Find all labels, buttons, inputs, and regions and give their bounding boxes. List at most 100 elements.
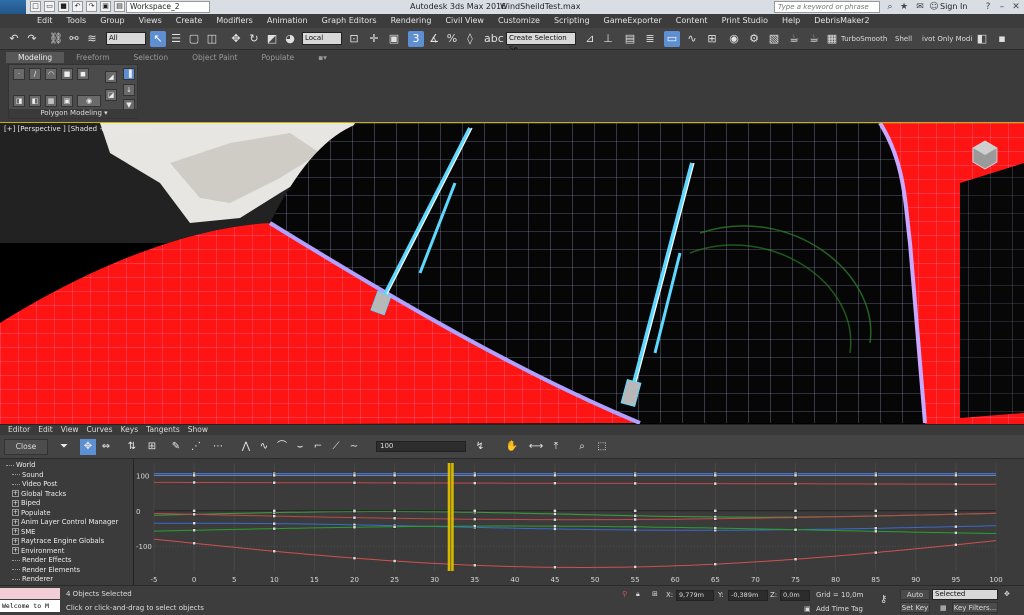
tree-node[interactable]: Render Elements (0, 566, 133, 576)
maxscript-mini-listener[interactable]: Welcome to M (0, 600, 60, 612)
search-icon[interactable]: ⌕ (884, 1, 896, 13)
tree-node[interactable]: + Biped (0, 499, 133, 509)
element-icon[interactable]: ◼ (77, 68, 89, 80)
maxscript-listener-output[interactable] (0, 588, 60, 599)
add-time-tag-button[interactable]: Add Time Tag (816, 605, 863, 613)
tree-node[interactable]: Video Post (0, 480, 133, 490)
ce-menu-curves[interactable]: Curves (83, 425, 117, 435)
material-editor-icon[interactable]: ◉ (726, 31, 742, 47)
key-filters-button[interactable]: Key Filters... (952, 602, 998, 613)
menu-gameexporter[interactable]: GameExporter (597, 14, 669, 28)
workspace-dropdown[interactable]: Workspace_2 (126, 1, 210, 13)
lock-tangents-icon[interactable]: ↯ (472, 439, 488, 455)
ce-menu-editor[interactable]: Editor (4, 425, 34, 435)
rendered-frame-window-icon[interactable]: ▧ (766, 31, 782, 47)
menu-modifiers[interactable]: Modifiers (209, 14, 260, 28)
menu-content[interactable]: Content (669, 14, 715, 28)
keyboard-shortcut-override-icon[interactable]: ▣ (386, 31, 402, 47)
x-coordinate-field[interactable]: 9,779m (676, 590, 714, 601)
select-and-rotate-icon[interactable]: ↻ (246, 31, 262, 47)
tab-selection[interactable]: Selection (122, 52, 181, 63)
window-crossing-icon[interactable]: ◫ (204, 31, 220, 47)
pivot-only-button[interactable]: ivot Only Modi (922, 35, 972, 43)
close-button[interactable]: Close (4, 439, 48, 455)
tangent-fast-icon[interactable]: ⌒ (274, 439, 290, 455)
collapse-stack-icon[interactable]: ↓ (123, 84, 135, 96)
tree-node[interactable]: Sound (0, 471, 133, 481)
tangent-spline-icon[interactable]: ∿ (256, 439, 272, 455)
expand-toggle-icon[interactable]: + (12, 499, 19, 507)
select-by-name-icon[interactable]: ☰ (168, 31, 184, 47)
help-icon[interactable]: ? (982, 1, 994, 13)
tab-object-paint[interactable]: Object Paint (180, 52, 249, 63)
perspective-viewport[interactable]: [+] [Perspective ] [Shaded + Edged Faces… (0, 122, 1024, 424)
menu-graph-editors[interactable]: Graph Editors (315, 14, 384, 28)
save-file-icon[interactable]: ■ (58, 1, 69, 12)
tree-node[interactable]: + Anim Layer Control Manager (0, 518, 133, 528)
named-selection-dropdown[interactable]: Create Selection Se (506, 32, 576, 53)
isolate-selection-icon[interactable]: ⚲ (622, 590, 627, 598)
tree-node[interactable]: + SME (0, 528, 133, 538)
align-icon[interactable]: ⊥ (600, 31, 616, 47)
set-key-button[interactable]: Set Key (900, 602, 930, 613)
ignore-backfacing-icon[interactable]: ▐ (123, 68, 135, 80)
ce-menu-tangents[interactable]: Tangents (142, 425, 184, 435)
auto-key-button[interactable]: Auto Key (900, 589, 930, 610)
use-soft-selection-icon[interactable]: ◪ (105, 89, 117, 101)
unlink-icon[interactable]: ⚯ (66, 31, 82, 47)
select-and-move-icon[interactable]: ✥ (228, 31, 244, 47)
tangent-linear-icon[interactable]: ⟋ (328, 439, 344, 455)
tab-modeling[interactable]: Modeling (6, 52, 65, 63)
move-keys-icon[interactable]: ✥ (80, 439, 96, 455)
menu-animation[interactable]: Animation (260, 14, 315, 28)
menu-group[interactable]: Group (93, 14, 131, 28)
zoom-horizontal-extents-icon[interactable]: ⟷ (528, 439, 544, 455)
tree-node[interactable]: Render Effects (0, 556, 133, 566)
script-icon[interactable]: ◧ (974, 31, 990, 47)
menu-edit[interactable]: Edit (30, 14, 60, 28)
ce-menu-view[interactable]: View (57, 425, 83, 435)
toggle-ribbon-icon[interactable]: ▭ (664, 31, 680, 47)
menu-help[interactable]: Help (775, 14, 807, 28)
undo-icon[interactable]: ↶ (72, 1, 83, 12)
percent-snap-icon[interactable]: % (444, 31, 460, 47)
tree-node[interactable]: + Raytrace Engine Globals (0, 537, 133, 547)
zoom-icon[interactable]: ⌕ (574, 439, 590, 455)
menu-civil-view[interactable]: Civil View (438, 14, 491, 28)
vertex-icon[interactable]: · (13, 68, 25, 80)
link-icon[interactable]: ⛓ (48, 31, 64, 47)
menu-create[interactable]: Create (169, 14, 210, 28)
y-coordinate-field[interactable]: -0,389m (728, 590, 768, 601)
panel-label[interactable]: Polygon Modeling ▾ (9, 109, 139, 118)
ce-menu-show[interactable]: Show (184, 425, 212, 435)
subscription-icon[interactable]: ★ (898, 1, 910, 13)
reference-coordinate-dropdown[interactable]: Local (302, 32, 342, 45)
edge-icon[interactable]: / (29, 68, 41, 80)
pan-icon[interactable]: ✋ (504, 439, 520, 455)
menu-rendering[interactable]: Rendering (384, 14, 439, 28)
tangent-auto-icon[interactable]: ⋀ (238, 439, 254, 455)
bind-space-warp-icon[interactable]: ≋ (84, 31, 100, 47)
sign-in-link[interactable]: Sign In (940, 2, 967, 11)
scale-keys-icon[interactable]: ⊞ (144, 439, 160, 455)
move-keys-horizontal-icon[interactable]: ⇔ (98, 439, 114, 455)
previous-modifier-icon[interactable]: ◨ (13, 95, 25, 107)
redo-icon[interactable]: ↷ (86, 1, 97, 12)
undo-icon[interactable]: ↶ (6, 31, 22, 47)
tangent-smooth-icon[interactable]: ∼ (346, 439, 362, 455)
ce-menu-edit[interactable]: Edit (34, 425, 57, 435)
checker-icon[interactable]: ▦ (824, 31, 840, 47)
key-filters-icon[interactable]: ▦ (940, 604, 947, 612)
placement-icon[interactable]: ◕ (282, 31, 298, 47)
layer-explorer-icon[interactable]: ≣ (642, 31, 658, 47)
shell-button[interactable]: Shell (895, 35, 912, 43)
search-input[interactable]: Type a keyword or phrase (774, 1, 880, 13)
edit-named-selection-icon[interactable]: abc (484, 31, 504, 47)
pivot-center-icon[interactable]: ⊡ (346, 31, 362, 47)
spinner-snap-icon[interactable]: ◊ (462, 31, 478, 47)
mirror-icon[interactable]: ⊿ (582, 31, 598, 47)
expand-toggle-icon[interactable]: + (12, 518, 19, 526)
zoom-region-icon[interactable]: ⋯ (210, 439, 226, 455)
project-folder-icon[interactable]: ▤ (114, 1, 125, 12)
tangent-slow-icon[interactable]: ⌣ (292, 439, 308, 455)
